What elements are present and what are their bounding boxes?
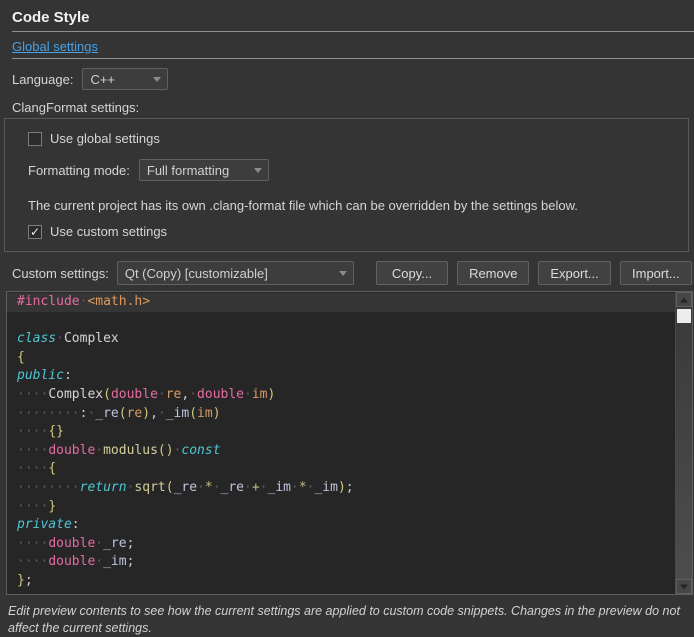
global-settings-link[interactable]: Global settings [12,39,98,54]
import-button[interactable]: Import... [620,261,692,285]
code-line: public: [7,367,676,386]
use-custom-settings-row: Use custom settings [28,224,678,239]
scrollbar-thumb[interactable] [677,309,691,323]
formatting-mode-row: Formatting mode: Full formatting [28,159,678,181]
link-separator [12,58,694,59]
code-line: ····{} [7,423,676,442]
use-global-settings-row: Use global settings [28,131,678,146]
code-line: ········return·sqrt(_re·*·_re·+·_im·*·_i… [7,479,676,498]
code-line: }; [7,572,676,591]
code-line: ····double·_re; [7,535,676,554]
remove-button[interactable]: Remove [457,261,529,285]
code-line: ········:·_re(re),·_im(im) [7,405,676,424]
clangformat-section-label: ClangFormat settings: [12,100,694,116]
code-line: class·Complex [7,330,676,349]
triangle-up-icon [680,297,688,302]
code-line: ····double·modulus()·const [7,442,676,461]
custom-settings-row: Custom settings: Qt (Copy) [customizable… [12,261,692,285]
clang-format-file-note: The current project has its own .clang-f… [28,198,678,214]
use-custom-settings-checkbox[interactable] [28,225,42,239]
code-line: ····Complex(double·re,·double·im) [7,386,676,405]
code-line: { [7,349,676,368]
custom-settings-dropdown[interactable]: Qt (Copy) [customizable] [117,261,354,285]
code-area[interactable]: #include·<math.h> class·Complex{public:·… [7,293,676,593]
page-title: Code Style [12,9,694,27]
language-row: Language: C++ [12,68,694,90]
code-line: #include·<math.h> [7,293,676,312]
scroll-up-button[interactable] [676,292,692,307]
code-line: private: [7,516,676,535]
formatting-mode-label: Formatting mode: [28,163,130,178]
code-line: ····double·_im; [7,553,676,572]
code-line: ····{ [7,460,676,479]
formatting-mode-dropdown[interactable]: Full formatting [139,159,269,181]
custom-settings-value: Qt (Copy) [customizable] [125,266,333,281]
chevron-down-icon [254,168,262,173]
chevron-down-icon [153,77,161,82]
code-preview-editor[interactable]: #include·<math.h> class·Complex{public:·… [6,291,693,595]
copy-button[interactable]: Copy... [376,261,448,285]
language-value: C++ [90,72,147,87]
scroll-down-button[interactable] [676,579,692,594]
export-button[interactable]: Export... [538,261,610,285]
use-global-settings-label: Use global settings [50,131,160,146]
language-dropdown[interactable]: C++ [82,68,168,90]
chevron-down-icon [339,271,347,276]
vertical-scrollbar[interactable] [675,292,692,594]
code-style-settings-page: Code Style Global settings Language: C++… [0,0,694,637]
formatting-mode-value: Full formatting [147,163,248,178]
code-line: ····} [7,498,676,517]
title-separator [12,31,694,32]
clangformat-groupbox: Use global settings Formatting mode: Ful… [4,118,689,252]
use-global-settings-checkbox[interactable] [28,132,42,146]
use-custom-settings-label: Use custom settings [50,224,167,239]
custom-settings-buttons: Copy... Remove Export... Import... [376,261,692,285]
triangle-down-icon [680,584,688,589]
code-line [7,312,676,331]
custom-settings-label: Custom settings: [12,266,109,281]
language-label: Language: [12,72,73,87]
